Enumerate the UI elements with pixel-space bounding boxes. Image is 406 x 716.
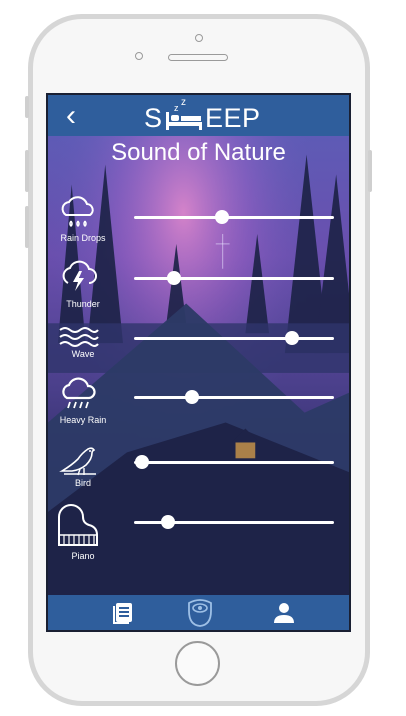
volume-slider[interactable] (134, 455, 334, 469)
volume-slider[interactable] (134, 390, 334, 404)
phone-volume-down (25, 206, 29, 248)
list-icon[interactable] (108, 597, 140, 628)
phone-home-button[interactable] (175, 641, 220, 686)
rain-drops-icon (61, 196, 94, 228)
phone-volume-up (25, 150, 29, 192)
slider-knob[interactable] (215, 210, 229, 224)
sleep-mask-icon[interactable] (184, 597, 216, 628)
volume-slider[interactable] (134, 271, 334, 285)
piano-icon (58, 504, 98, 546)
logo-z-large: z (181, 97, 186, 108)
slider-knob[interactable] (185, 390, 199, 404)
sound-label: Rain Drops (60, 233, 106, 243)
back-button[interactable]: ‹ (56, 101, 86, 131)
thunder-icon (62, 260, 97, 291)
page-title: Sound of Nature (111, 139, 286, 166)
header-bar: ‹ S z z EEP (48, 95, 349, 136)
phone-front-camera (195, 34, 203, 42)
bottom-nav-bar (48, 595, 349, 630)
volume-slider[interactable] (134, 515, 334, 529)
slider-knob[interactable] (161, 515, 175, 529)
phone-speaker (168, 54, 228, 61)
forest-background (48, 95, 349, 630)
sound-label: Bird (74, 478, 91, 488)
slider-knob[interactable] (285, 331, 299, 345)
slider-knob[interactable] (167, 271, 181, 285)
sound-label: Wave (71, 349, 95, 359)
volume-slider[interactable] (134, 331, 334, 345)
sound-label: Piano (71, 551, 95, 561)
phone-sensor (135, 52, 143, 60)
volume-slider[interactable] (134, 210, 334, 224)
sound-label: Thunder (66, 299, 100, 309)
slider-knob[interactable] (135, 455, 149, 469)
profile-icon[interactable] (268, 597, 300, 628)
heavy-rain-icon (62, 377, 96, 409)
phone-side-button (25, 96, 29, 118)
logo-z-small: z (174, 103, 179, 113)
logo-letters-eep: EEP (205, 103, 261, 133)
bed-icon (166, 112, 202, 130)
phone-power-button (368, 150, 372, 192)
app-screen: ‹ S z z EEP Sound of Nature Rain Drops T… (46, 93, 351, 632)
sound-label: Heavy Rain (59, 415, 107, 425)
sleep-logo: S z z EEP (144, 97, 274, 134)
logo-letter-s: S (144, 103, 163, 133)
bird-icon (59, 447, 96, 476)
